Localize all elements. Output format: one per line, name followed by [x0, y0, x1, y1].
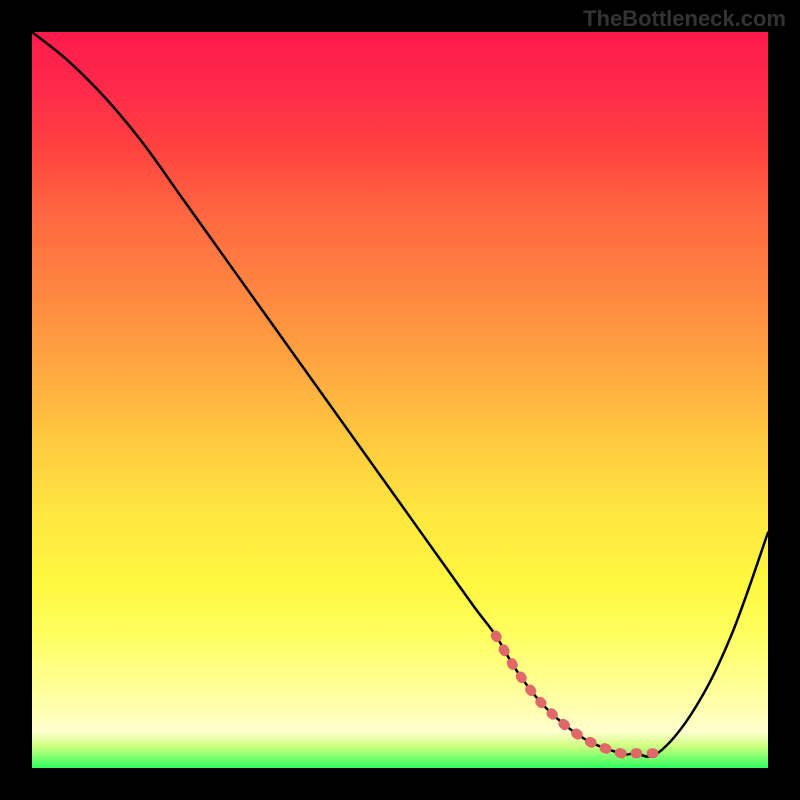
main-curve-path — [32, 32, 768, 757]
chart-container: TheBottleneck.com — [0, 0, 800, 800]
watermark-text: TheBottleneck.com — [583, 6, 786, 32]
curve-overlay — [32, 32, 768, 768]
highlight-curve-path — [496, 636, 658, 755]
